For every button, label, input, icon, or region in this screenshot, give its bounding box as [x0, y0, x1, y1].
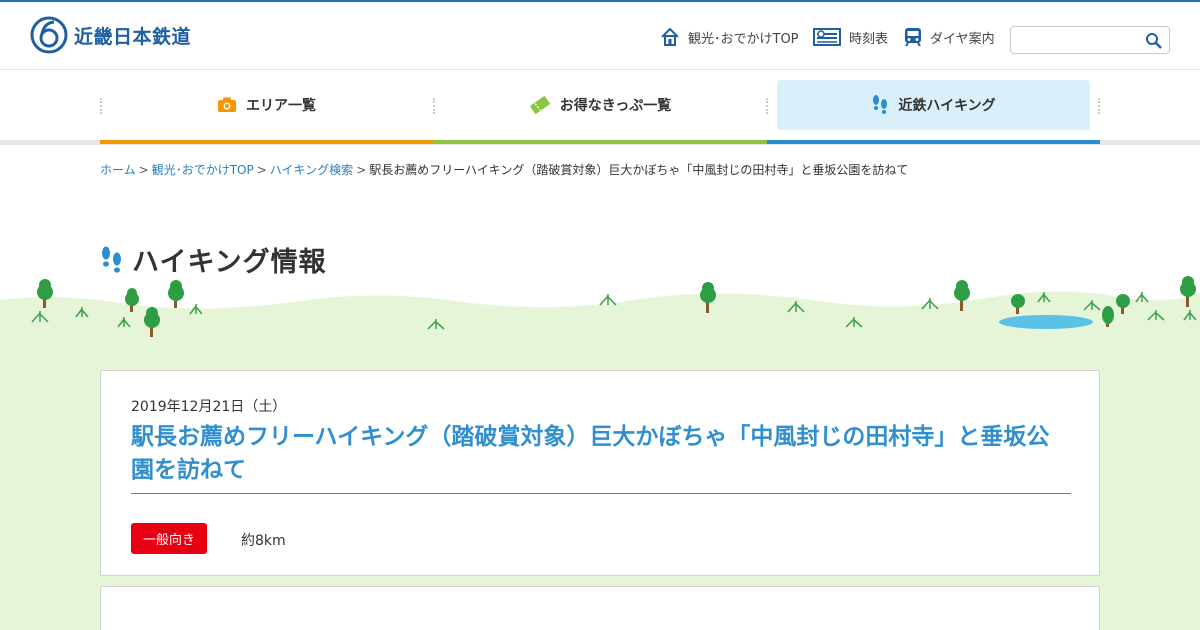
page-title: ハイキング情報: [100, 240, 327, 279]
tab-kintetsu-hiking-label: 近鉄ハイキング: [898, 98, 996, 114]
camera-icon: [218, 97, 236, 112]
search-box: [1010, 26, 1170, 54]
nav-timetable-label: 時刻表: [849, 31, 889, 47]
ticket-icon: [529, 96, 550, 114]
tab-discount-tickets-bar: [433, 140, 767, 144]
breadcrumb-separator: >: [256, 163, 267, 177]
footprints-icon: [873, 95, 888, 114]
event-distance: 約8km: [241, 533, 286, 549]
breadcrumb-hiking-search[interactable]: ハイキング検索: [270, 163, 353, 177]
search-input[interactable]: [1017, 30, 1142, 50]
search-icon[interactable]: [1145, 32, 1163, 50]
logo-text: 近畿日本鉄道: [74, 25, 192, 48]
breadcrumb-separator: >: [356, 163, 367, 177]
kintetsu-logo-icon: [30, 16, 68, 54]
nav-sightseeing-top-label: 観光･おでかけTOP: [688, 31, 799, 47]
tab-area-list-label: エリア一覧: [246, 98, 316, 114]
nav-separator: [1098, 98, 1100, 114]
breadcrumb-separator: >: [138, 163, 149, 177]
home-icon: [661, 27, 679, 46]
footprints-icon: [102, 246, 121, 273]
tab-kintetsu-hiking[interactable]: 近鉄ハイキング: [767, 80, 1100, 144]
nav-timetable[interactable]: 時刻表: [813, 27, 888, 47]
timetable-icon: [813, 28, 841, 46]
site-header: 近畿日本鉄道 観光･おでかけTOP 時刻表 ダイヤ案内: [0, 2, 1200, 70]
page-title-text: ハイキング情報: [132, 247, 327, 278]
tab-area-list[interactable]: エリア一覧: [100, 80, 433, 144]
site-logo[interactable]: 近畿日本鉄道: [30, 16, 191, 54]
train-icon: [905, 28, 921, 47]
tab-kintetsu-hiking-bar: [767, 140, 1100, 144]
tree: [168, 280, 184, 308]
nav-train-service[interactable]: ダイヤ案内: [904, 27, 995, 47]
nav-train-service-label: ダイヤ案内: [930, 31, 995, 47]
tab-area-list-bar: [100, 140, 433, 144]
breadcrumb-current: 駅長お薦めフリーハイキング（踏破賞対象）巨大かぼちゃ「中風封じの田村寺」と垂坂公…: [369, 163, 909, 177]
breadcrumb-home[interactable]: ホーム: [100, 163, 136, 177]
breadcrumb-sightseeing-top[interactable]: 観光･おでかけTOP: [152, 163, 254, 177]
global-nav: エリア一覧 お得なきっぷ一覧 近鉄ハイキング: [100, 80, 1100, 144]
pond: [999, 315, 1093, 329]
event-card: 2019年12月21日（土） 駅長お薦めフリーハイキング（踏破賞対象）巨大かぼち…: [100, 370, 1100, 576]
tab-discount-tickets-label: お得なきっぷ一覧: [559, 98, 672, 114]
event-date: 2019年12月21日（土）: [131, 399, 287, 415]
level-badge: 一般向き: [131, 523, 207, 554]
tab-discount-tickets[interactable]: お得なきっぷ一覧: [433, 80, 767, 144]
event-detail-card: [100, 586, 1100, 630]
breadcrumb: ホーム > 観光･おでかけTOP > ハイキング検索 > 駅長お薦めフリーハイキング（踏破賞…: [100, 161, 908, 178]
event-title: 駅長お薦めフリーハイキング（踏破賞対象）巨大かぼちゃ「中風封じの田村寺」と垂坂公…: [131, 421, 1071, 494]
nav-sightseeing-top[interactable]: 観光･おでかけTOP: [660, 27, 799, 47]
